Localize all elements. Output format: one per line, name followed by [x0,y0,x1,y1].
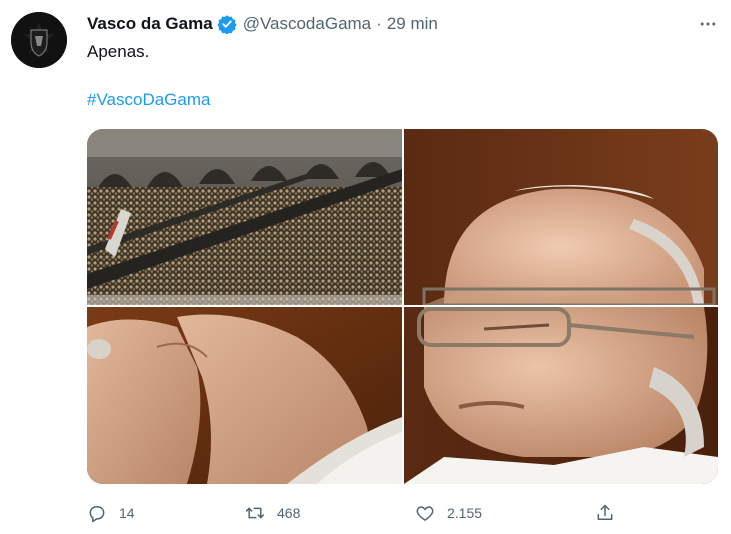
vasco-crest-icon [11,12,67,68]
portrait-upper-image [404,129,718,305]
retweet-count: 468 [277,505,301,521]
account-handle[interactable]: @VascodaGama [243,14,371,34]
retweet-icon [245,507,265,519]
media-image-top-right[interactable] [404,129,718,305]
portrait-lower-image [404,307,718,484]
reply-count: 14 [119,505,135,521]
media-image-bottom-right[interactable] [404,307,718,484]
media-image-hands[interactable] [87,307,402,484]
like-button[interactable]: 2.155 [415,500,482,526]
tweet-text: Apenas. [87,42,150,61]
like-count: 2.155 [447,505,483,521]
header-separator: · [376,14,382,33]
media-grid [87,129,718,484]
stadium-crowd-image [87,129,402,305]
media-image-stadium[interactable] [87,129,402,305]
more-options-button[interactable] [694,12,722,36]
verified-badge-icon [217,15,237,34]
avatar[interactable] [11,12,67,68]
account-name[interactable]: Vasco da Gama [87,14,213,34]
hands-clasped-image [87,307,402,484]
hashtag-link[interactable]: #VascoDaGama [87,88,210,112]
heart-icon [416,506,434,521]
share-button[interactable] [595,500,615,526]
reply-icon [89,506,105,523]
tweet-timestamp[interactable]: 29 min [387,14,438,34]
more-horizontal-icon [700,22,716,26]
retweet-button[interactable]: 468 [245,500,300,526]
reply-button[interactable]: 14 [87,500,135,526]
share-icon [597,504,613,520]
tweet-actions: 14 468 2.155 [87,500,727,526]
tweet-header: Vasco da Gama @VascodaGama · 29 min [87,12,438,36]
